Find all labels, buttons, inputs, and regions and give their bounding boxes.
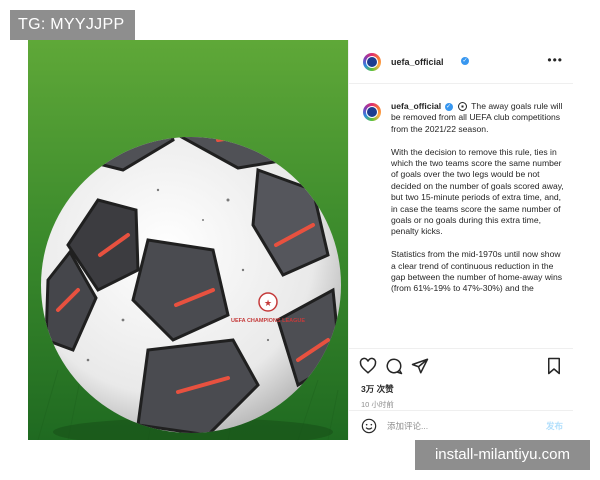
soccer-ball-emoji-icon [457,102,467,112]
likes-count[interactable]: 3万 次赞 [361,383,394,395]
caption-paragraph: With the decision to remove this rule, t… [391,146,564,237]
header-username[interactable]: uefa_official [391,57,444,67]
caption-avatar[interactable] [363,103,381,121]
action-bar: 3万 次赞 10 小时前 [349,348,573,410]
ucl-logo-text: UEFA CHAMPIONS LEAGUE [231,318,305,324]
caption-text: uefa_official ✓ The away goals rule will… [391,101,567,306]
post-header: uefa_official ✓ ••• [349,40,573,84]
comment-bubble-icon[interactable] [385,357,403,380]
smiley-icon[interactable] [361,418,377,439]
verified-badge-icon: ✓ [461,57,469,65]
avatar[interactable] [363,53,381,71]
post-comment-button[interactable]: 发布 [546,420,563,432]
tg-watermark-badge: TG: MYYJJPP [10,10,135,40]
comment-input[interactable] [387,418,527,434]
caption-username[interactable]: uefa_official [391,101,441,111]
football-photo-illustration: ★ UEFA CHAMPIONS LEAGUE [28,40,348,440]
post-timestamp[interactable]: 10 小时前 [361,399,394,410]
more-icon[interactable]: ••• [547,54,563,66]
verified-badge-icon: ✓ [444,102,453,111]
post-sidebar: uefa_official ✓ ••• uefa_official ✓ The … [348,40,573,440]
site-watermark-badge: install-milantiyu.com [415,440,590,470]
caption-paragraph: Statistics from the mid-1970s until now … [391,249,563,294]
caption-area[interactable]: uefa_official ✓ The away goals rule will… [349,92,573,348]
heart-icon[interactable] [359,357,377,380]
instagram-post: ★ UEFA CHAMPIONS LEAGUE uefa_official ✓ … [28,40,573,440]
bookmark-icon[interactable] [545,357,563,380]
svg-text:★: ★ [264,299,272,309]
comment-bar: 发布 [349,410,573,440]
post-photo[interactable]: ★ UEFA CHAMPIONS LEAGUE [28,40,348,440]
paper-plane-icon[interactable] [411,357,429,380]
